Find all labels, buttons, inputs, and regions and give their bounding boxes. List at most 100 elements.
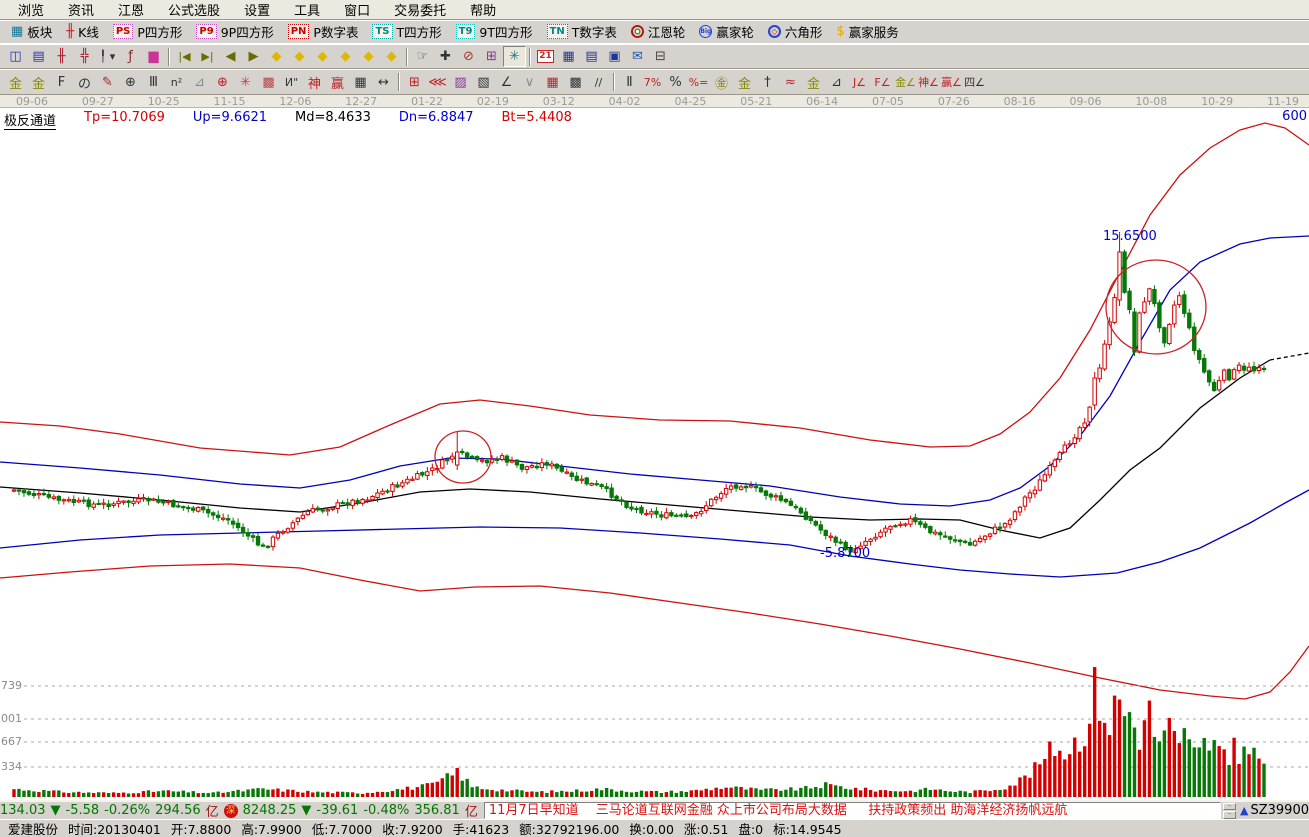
price-chart-canvas[interactable]: [0, 108, 1309, 800]
menu-item-5[interactable]: 工具: [282, 0, 332, 21]
red-grid-icon[interactable]: ▦: [541, 72, 564, 93]
toolbar-separator: [398, 73, 400, 91]
winner-wheel-button[interactable]: Big赢家轮: [692, 20, 761, 43]
candle-style-dropdown-icon[interactable]: ╿ ▾: [96, 46, 119, 67]
spiral-icon[interactable]: の: [73, 72, 96, 93]
gold-level-icon[interactable]: 金: [733, 72, 756, 93]
volume-bars-icon[interactable]: ▆: [142, 46, 165, 67]
gold-channel-icon[interactable]: 金: [802, 72, 825, 93]
circle-cross-icon[interactable]: ⊕: [211, 72, 234, 93]
kline-9-icon[interactable]: ╬: [73, 46, 96, 67]
candle-body: [968, 543, 971, 546]
quote-board-icon[interactable]: ▤: [27, 46, 50, 67]
wave-abc-icon[interactable]: ≈: [779, 72, 802, 93]
time-circle-icon[interactable]: ⊕: [119, 72, 142, 93]
erase-mark-icon[interactable]: ⊘: [457, 46, 480, 67]
crosshair-icon[interactable]: ✚: [434, 46, 457, 67]
gann-pen-icon[interactable]: ✎: [96, 72, 119, 93]
percent-icon[interactable]: %: [664, 72, 687, 93]
gold-gann-2-icon[interactable]: 金: [27, 72, 50, 93]
menu-item-1[interactable]: 资讯: [56, 0, 106, 21]
menu-item-0[interactable]: 浏览: [6, 0, 56, 21]
chart-pane[interactable]: 极反通道 Tp=10.7069Up=9.6621Md=8.4633Dn=6.88…: [0, 108, 1309, 800]
prev-bar-icon[interactable]: ◀: [219, 46, 242, 67]
hand-drag-icon[interactable]: ☞: [411, 46, 434, 67]
f-angle-icon[interactable]: F∠: [871, 72, 894, 93]
f-ruler-icon[interactable]: F: [50, 72, 73, 93]
menu-item-8[interactable]: 帮助: [458, 0, 508, 21]
ticker-scroll-control[interactable]: ----: [1223, 803, 1236, 819]
dark-grid-icon[interactable]: ▩: [564, 72, 587, 93]
angle-rays-icon[interactable]: ∠: [495, 72, 518, 93]
gold-angle-icon[interactable]: 金∠: [894, 72, 917, 93]
t9-square-button[interactable]: T99T四方形: [449, 20, 540, 43]
hexagon-button[interactable]: ◇六角形: [761, 20, 830, 43]
annotate-icon[interactable]: †: [756, 72, 779, 93]
fan-lines-icon[interactable]: ⋘: [426, 72, 449, 93]
kline-3-icon[interactable]: ╫: [50, 46, 73, 67]
print-icon[interactable]: ⊟: [649, 46, 672, 67]
t-square-button[interactable]: TST四方形: [365, 20, 448, 43]
menu-item-2[interactable]: 江恩: [106, 0, 156, 21]
four-angle-icon[interactable]: 四∠: [963, 72, 986, 93]
kline-button[interactable]: ╫K线: [59, 20, 106, 43]
ruler-ticks-icon[interactable]: Ⅲ: [142, 72, 165, 93]
box-range-icon[interactable]: ⊞: [403, 72, 426, 93]
gann-wheel-button[interactable]: 江恩轮: [624, 20, 693, 43]
menu-item-7[interactable]: 交易委托: [382, 0, 458, 21]
menu-item-3[interactable]: 公式选股: [156, 0, 232, 21]
winner-service-button[interactable]: $赢家服务: [829, 20, 905, 43]
diamond-right-icon[interactable]: ◆: [288, 46, 311, 67]
zigzag-icon[interactable]: ∨: [518, 72, 541, 93]
star-web-icon[interactable]: ✳: [234, 72, 257, 93]
t-number-button[interactable]: TNT数字表: [540, 20, 624, 43]
news-ticker[interactable]: 11月7日早知道 三马论道互联网金融 众上市公司布局大数据 扶持政策频出 助海洋…: [484, 802, 1221, 819]
calculator-icon[interactable]: ▦: [557, 46, 580, 67]
square-web-icon[interactable]: ▩: [257, 72, 280, 93]
ying-angle-icon[interactable]: 赢∠: [940, 72, 963, 93]
n2-ruler-icon[interactable]: n²: [165, 72, 188, 93]
first-bar-icon[interactable]: |◀: [173, 46, 196, 67]
gold-gann-1-icon[interactable]: 金: [4, 72, 27, 93]
sector-button[interactable]: ▦板块: [4, 20, 59, 43]
diamond-both-icon[interactable]: ◆: [311, 46, 334, 67]
gann-frame-icon[interactable]: ⊞: [480, 46, 503, 67]
angle-l-icon[interactable]: ⊿: [825, 72, 848, 93]
quote-angle-icon[interactable]: И": [280, 72, 303, 93]
angle-mirror-icon[interactable]: ⊿: [188, 72, 211, 93]
menu-item-4[interactable]: 设置: [232, 0, 282, 21]
smart-analysis-icon[interactable]: ✳: [503, 46, 526, 67]
shen-angle-icon[interactable]: 神∠: [917, 72, 940, 93]
diamond-left-icon[interactable]: ◆: [265, 46, 288, 67]
calendar-icon[interactable]: 21: [534, 46, 557, 67]
hspan-icon[interactable]: ↔: [372, 72, 395, 93]
p-number-button[interactable]: PNP数字表: [281, 20, 366, 43]
ticker-down-button[interactable]: --: [1223, 811, 1236, 819]
gold-circle-icon[interactable]: ㊎: [710, 72, 733, 93]
fan-box-purple-icon[interactable]: ▨: [449, 72, 472, 93]
next-bar-icon[interactable]: ▶: [242, 46, 265, 67]
formula-manager-icon[interactable]: ƒ: [119, 46, 142, 67]
shen-tool-icon[interactable]: 神: [303, 72, 326, 93]
scale-candles-icon[interactable]: Ⅱ: [618, 72, 641, 93]
grid-123-icon[interactable]: ▦: [349, 72, 372, 93]
memo-icon[interactable]: ▤: [580, 46, 603, 67]
p-square-button[interactable]: PSP四方形: [106, 20, 190, 43]
last-bar-icon[interactable]: ▶|: [196, 46, 219, 67]
diamond-move-icon[interactable]: ◆: [380, 46, 403, 67]
percent-level-icon[interactable]: %=: [687, 72, 710, 93]
chart-window-icon[interactable]: ◫: [4, 46, 27, 67]
save-icon[interactable]: ▣: [603, 46, 626, 67]
percent-retrace-icon[interactable]: 7%: [641, 72, 664, 93]
diamond-compress-icon[interactable]: ◆: [334, 46, 357, 67]
ticker-up-button[interactable]: --: [1223, 803, 1236, 811]
diamond-expand-icon[interactable]: ◆: [357, 46, 380, 67]
j-angle-icon[interactable]: J∠: [848, 72, 871, 93]
send-mail-icon[interactable]: ✉: [626, 46, 649, 67]
menu-item-6[interactable]: 窗口: [332, 0, 382, 21]
p9-square-button[interactable]: P99P四方形: [189, 20, 280, 43]
parallel-lines-icon[interactable]: //: [587, 72, 610, 93]
fan-box-icon[interactable]: ▧: [472, 72, 495, 93]
ying-tool-icon[interactable]: 赢: [326, 72, 349, 93]
t-number-button-label: T数字表: [572, 22, 617, 41]
